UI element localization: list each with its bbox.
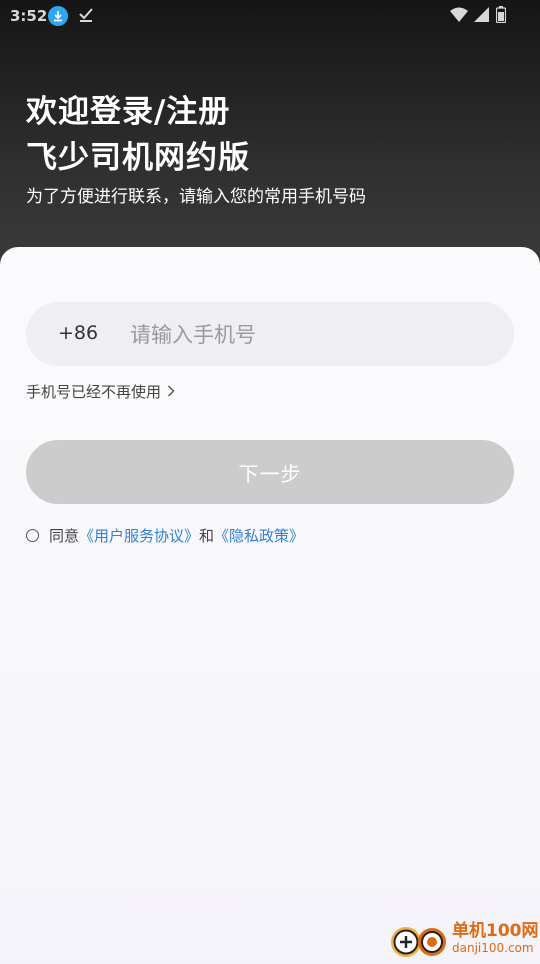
watermark: 单机100网 danji100.com [388,916,540,960]
agreement-prefix: 同意 [49,527,80,545]
number-no-longer-used-label: 手机号已经不再使用 [26,383,162,401]
next-step-button[interactable]: 下一步 [26,440,514,504]
agreement-radio[interactable] [26,529,39,542]
page-subtitle: 为了方便进行联系，请输入您的常用手机号码 [26,187,366,207]
signal-icon [474,6,490,27]
agreement-conjunction: 和 [199,527,215,545]
status-system-icons [450,6,507,27]
login-card: +86 手机号已经不再使用 下一步 同意 《用户服务协议》 和 《隐私政策》 [0,247,540,960]
watermark-url: danji100.com [452,940,534,955]
watermark-logo [388,916,450,960]
page-title-line-2: 飞少司机网约版 [26,140,250,176]
battery-icon [495,6,507,27]
status-bar: 3:52 [0,0,540,32]
status-notifications [48,6,94,26]
privacy-policy-link[interactable]: 《隐私政策》 [214,525,304,546]
watermark-text: 单机100网 danji100.com [452,920,539,955]
phone-field: +86 [26,302,514,368]
country-code[interactable]: +86 [58,322,98,344]
status-time: 3:52 [10,7,48,25]
agreement-row: 同意 《用户服务协议》 和 《隐私政策》 [26,525,304,546]
wifi-icon [450,7,468,27]
download-icon [48,6,68,26]
watermark-brand: 单机100网 [452,920,539,941]
user-agreement-link[interactable]: 《用户服务协议》 [79,525,199,546]
phone-input[interactable] [130,302,492,368]
number-no-longer-used-link[interactable]: 手机号已经不再使用 [26,381,175,402]
page-title-line-1: 欢迎登录/注册 [26,94,231,130]
check-icon [78,6,94,26]
chevron-right-icon [167,383,175,401]
